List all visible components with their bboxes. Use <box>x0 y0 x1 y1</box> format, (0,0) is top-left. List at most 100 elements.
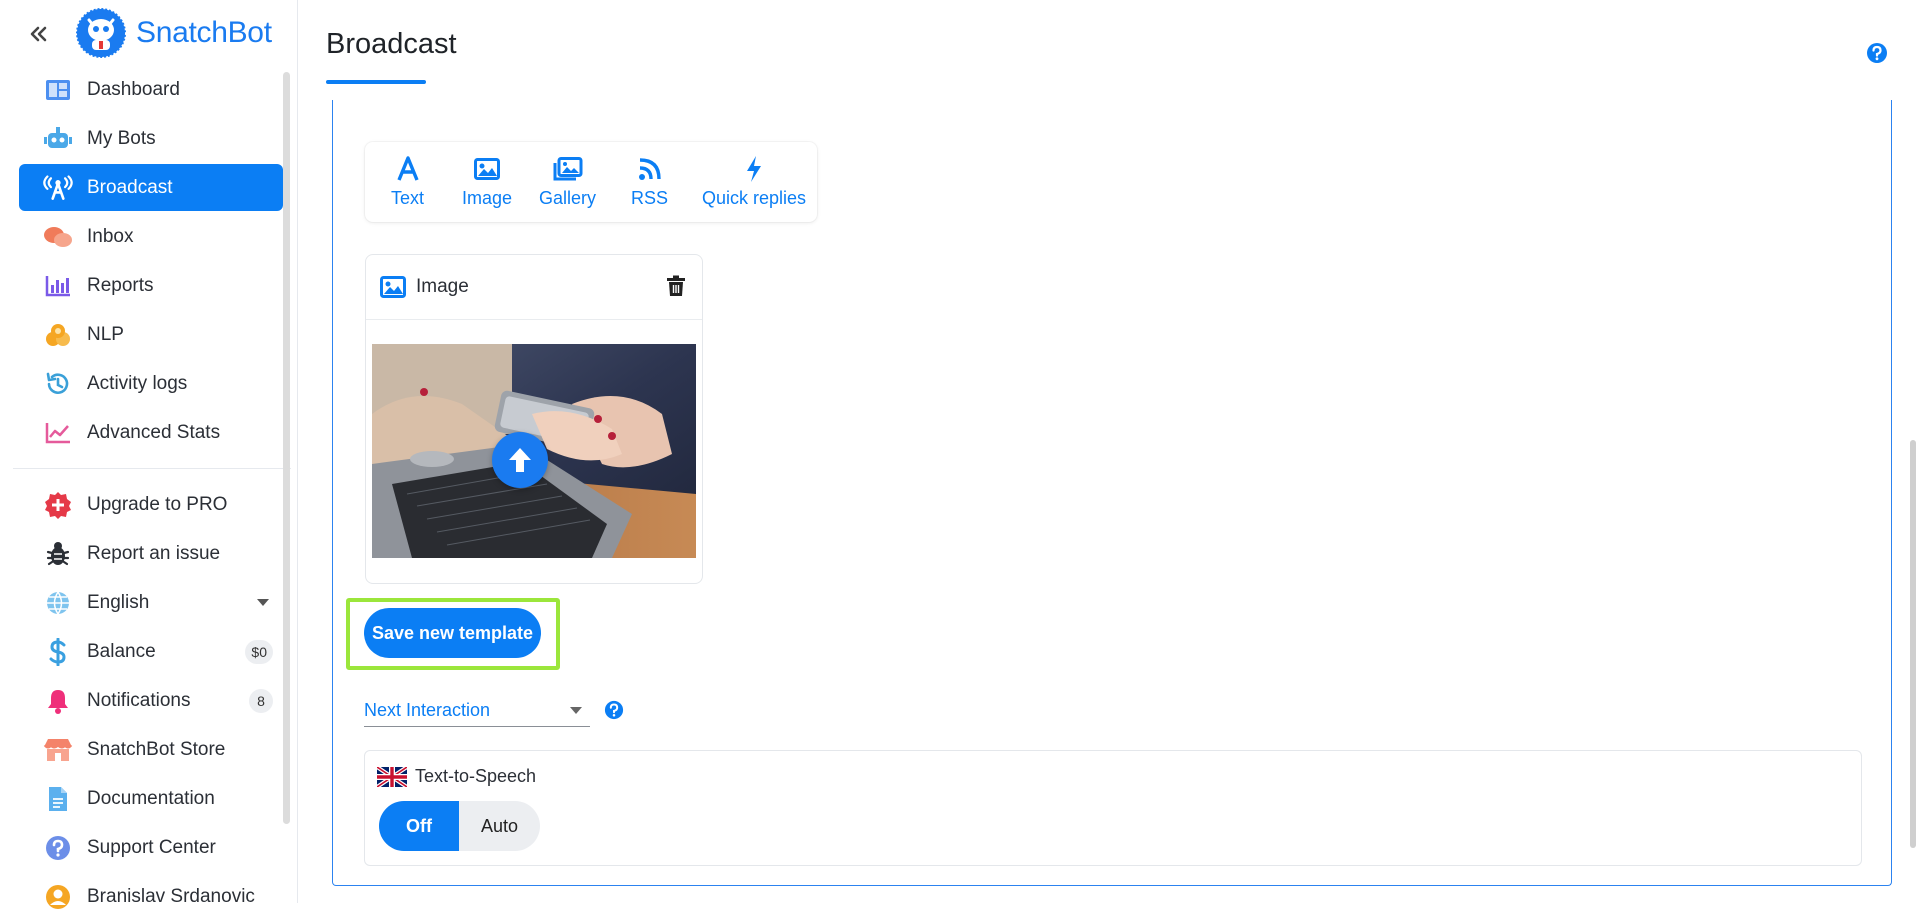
image-icon <box>474 158 501 180</box>
history-icon <box>46 372 69 394</box>
user-avatar-icon <box>46 884 70 909</box>
sidebar-item-label: NLP <box>87 323 124 345</box>
image-card-title: Image <box>416 276 469 297</box>
add-image-button[interactable]: Image <box>462 154 512 209</box>
notifications-count-badge: 8 <box>249 689 273 713</box>
upload-image-button[interactable] <box>492 432 548 488</box>
sidebar-item-balance[interactable]: Balance $0 <box>19 628 283 675</box>
image-card-header: Image <box>366 255 702 320</box>
sidebar-scrollbar[interactable] <box>283 72 290 824</box>
sidebar-item-label: Activity logs <box>87 372 188 394</box>
line-chart-icon <box>45 422 70 443</box>
sidebar: SnatchBot Dashboard My Bots Broadcast In… <box>0 0 298 909</box>
bell-icon <box>48 689 68 714</box>
tool-label: Quick replies <box>702 188 807 208</box>
active-tab-indicator <box>326 80 426 84</box>
sidebar-item-label: Inbox <box>87 225 134 247</box>
broadcast-icon <box>43 174 73 200</box>
sidebar-item-label: Support Center <box>87 836 216 858</box>
add-rss-button[interactable]: RSS <box>631 154 668 209</box>
sidebar-nav: Dashboard My Bots Broadcast Inbox Report… <box>13 66 291 922</box>
question-circle-icon <box>46 835 70 860</box>
chat-bubbles-icon <box>44 226 72 247</box>
globe-icon <box>47 591 69 614</box>
sidebar-item-label: Advanced Stats <box>87 421 221 443</box>
sidebar-item-reports[interactable]: Reports <box>19 262 283 309</box>
brand-name: SnatchBot <box>136 16 272 49</box>
sidebar-item-broadcast[interactable]: Broadcast <box>19 164 283 211</box>
rss-icon <box>638 158 661 180</box>
sidebar-item-inbox[interactable]: Inbox <box>19 213 283 260</box>
question-circle-icon <box>604 700 624 720</box>
sidebar-item-label: Balance <box>87 640 156 662</box>
bar-chart-icon <box>45 275 70 296</box>
text-to-speech-card: Text-to-Speech Off Auto <box>364 750 1862 866</box>
gallery-icon <box>553 157 582 181</box>
bug-icon <box>46 541 70 565</box>
sidebar-item-user[interactable]: Branislav Srdanovic <box>19 873 283 920</box>
sidebar-item-label: Branislav Srdanovic <box>87 885 255 907</box>
sidebar-item-my-bots[interactable]: My Bots <box>19 115 283 162</box>
image-preview[interactable] <box>372 344 696 558</box>
lightning-icon <box>747 156 762 182</box>
tts-off-button[interactable]: Off <box>379 801 459 851</box>
sidebar-item-label: My Bots <box>87 127 156 149</box>
sidebar-item-label: Broadcast <box>87 176 173 198</box>
add-gallery-button[interactable]: Gallery <box>539 154 596 209</box>
language-label: English <box>87 591 150 613</box>
document-icon <box>49 786 67 811</box>
next-interaction-help-button[interactable] <box>604 700 624 725</box>
delete-image-button[interactable] <box>666 275 686 302</box>
image-message-card: Image <box>365 254 703 584</box>
message-type-toolbar: Text Image Gallery RSS Quick replies <box>365 142 817 222</box>
image-icon-wrap <box>380 276 406 298</box>
tts-auto-button[interactable]: Auto <box>459 801 540 851</box>
chevron-down-icon <box>570 707 582 714</box>
sidebar-item-advanced-stats[interactable]: Advanced Stats <box>19 409 283 456</box>
sidebar-item-nlp[interactable]: NLP <box>19 311 283 358</box>
snatchbot-logo-icon <box>75 7 127 59</box>
add-quick-replies-button[interactable]: Quick replies <box>702 154 806 209</box>
text-a-icon <box>396 156 419 181</box>
image-icon <box>380 276 406 298</box>
next-interaction-select[interactable]: Next Interaction <box>364 696 590 727</box>
sidebar-item-label: Notifications <box>87 689 191 711</box>
sidebar-item-dashboard[interactable]: Dashboard <box>19 66 283 113</box>
collapse-sidebar-button[interactable] <box>24 20 52 48</box>
sidebar-item-support[interactable]: Support Center <box>19 824 283 871</box>
sidebar-item-label: Reports <box>87 274 154 296</box>
sidebar-item-activity-logs[interactable]: Activity logs <box>19 360 283 407</box>
plus-badge-icon <box>45 491 71 519</box>
coins-icon <box>46 323 70 346</box>
next-interaction-value: Next Interaction <box>364 700 491 720</box>
dollar-icon <box>49 637 66 666</box>
sidebar-item-report-issue[interactable]: Report an issue <box>19 530 283 577</box>
tts-mode-toggle: Off Auto <box>379 801 540 851</box>
sidebar-item-store[interactable]: SnatchBot Store <box>19 726 283 773</box>
sidebar-item-label: Documentation <box>87 787 215 809</box>
main-scrollbar[interactable] <box>1910 440 1916 848</box>
store-icon <box>43 738 73 761</box>
tool-label: Gallery <box>539 188 597 208</box>
sidebar-item-upgrade[interactable]: Upgrade to PRO <box>19 481 283 528</box>
dashboard-icon <box>46 79 70 100</box>
add-text-button[interactable]: Text <box>391 154 424 209</box>
double-chevron-left-icon <box>30 26 47 42</box>
tool-label: Image <box>462 188 513 208</box>
page-help-button[interactable] <box>1866 42 1888 69</box>
language-selector[interactable]: English <box>19 579 283 626</box>
sidebar-item-notifications[interactable]: Notifications 8 <box>19 677 283 724</box>
chevron-down-icon <box>257 599 269 606</box>
tool-label: RSS <box>631 188 669 208</box>
balance-badge: $0 <box>245 640 273 664</box>
sidebar-item-label: Report an issue <box>87 542 221 564</box>
uk-flag-icon <box>375 765 409 792</box>
sidebar-divider <box>13 468 291 469</box>
sidebar-item-documentation[interactable]: Documentation <box>19 775 283 822</box>
tool-label: Text <box>391 188 425 208</box>
sidebar-item-label: SnatchBot Store <box>87 738 226 760</box>
brand-logo[interactable]: SnatchBot <box>74 6 272 60</box>
save-new-template-button[interactable]: Save new template <box>364 608 541 658</box>
bot-icon <box>44 126 72 148</box>
sidebar-item-label: Dashboard <box>87 78 180 100</box>
